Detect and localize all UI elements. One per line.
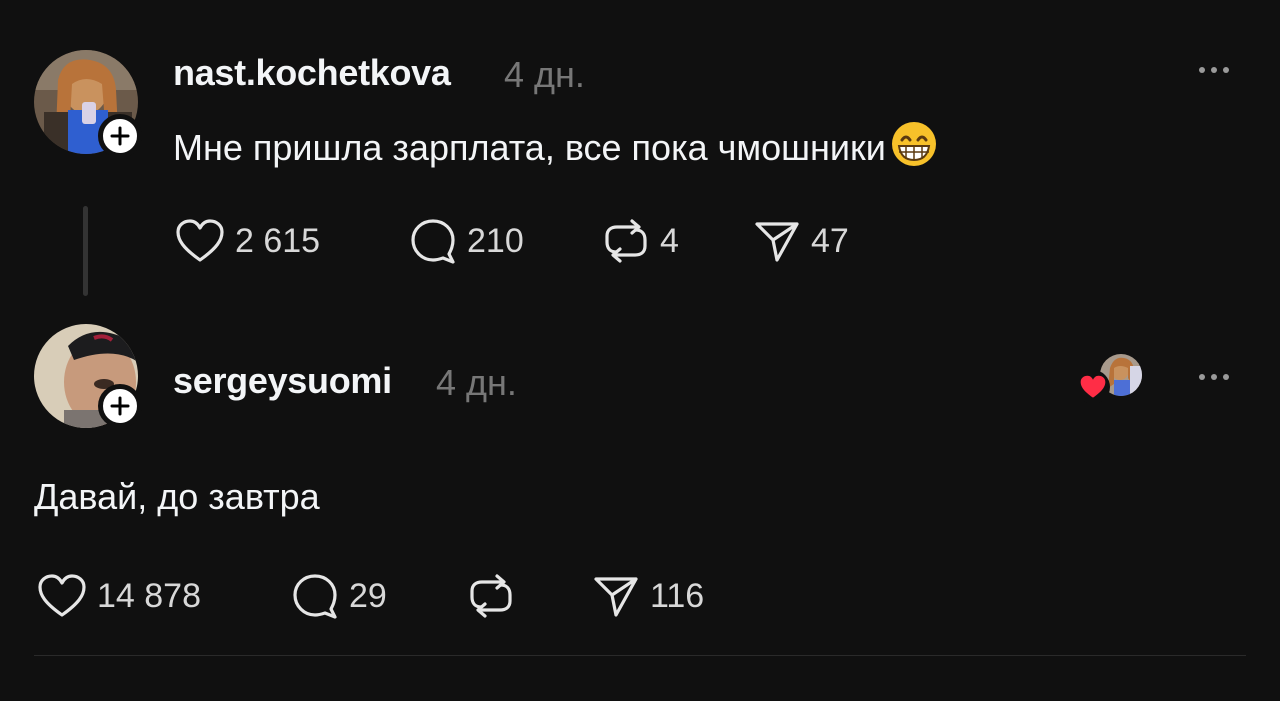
like-button[interactable]: 14 878	[37, 573, 201, 619]
comment-icon	[411, 219, 455, 264]
more-dot	[1199, 374, 1205, 380]
liked-by-author	[1076, 354, 1146, 404]
repost-count: 4	[660, 221, 679, 260]
more-options-button[interactable]	[1199, 374, 1229, 380]
reply-button[interactable]: 210	[409, 218, 524, 264]
more-dot	[1211, 67, 1217, 73]
share-count: 47	[811, 221, 849, 260]
reply-button[interactable]: 29	[291, 573, 387, 619]
send-icon	[594, 577, 638, 617]
post-text: Мне пришла зарплата, все пока чмошники	[173, 120, 938, 169]
like-count: 2 615	[235, 221, 321, 260]
heart-icon	[38, 574, 86, 617]
timestamp[interactable]: 4 дн.	[436, 362, 517, 404]
like-count: 14 878	[97, 576, 201, 615]
share-count: 116	[650, 576, 705, 615]
reply-count: 29	[349, 576, 387, 615]
heart-icon	[176, 219, 224, 262]
repost-icon	[470, 574, 512, 618]
more-dot	[1211, 374, 1217, 380]
like-button[interactable]: 2 615	[175, 218, 320, 264]
comment-icon	[293, 574, 337, 619]
more-dot	[1223, 67, 1229, 73]
post: nast.kochetkova 4 дн. Мне пришла зарплат…	[0, 0, 1280, 300]
follow-plus-button[interactable]	[98, 114, 142, 158]
reply-count: 210	[467, 221, 524, 260]
username[interactable]: nast.kochetkova	[173, 52, 451, 94]
plus-icon	[110, 396, 130, 416]
post-text-content: Мне пришла зарплата, все пока чмошники	[173, 127, 886, 168]
send-icon	[755, 222, 799, 262]
repost-icon	[605, 219, 647, 263]
heart-filled-icon	[1080, 375, 1106, 398]
share-button[interactable]: 47	[753, 218, 849, 264]
post-text: Давай, до завтра	[34, 476, 320, 517]
more-dot	[1223, 374, 1229, 380]
username[interactable]: sergeysuomi	[173, 360, 392, 402]
repost-button[interactable]: 4	[602, 218, 679, 264]
more-options-button[interactable]	[1199, 67, 1229, 73]
share-button[interactable]: 116	[592, 573, 704, 619]
heart-badge	[1076, 370, 1110, 404]
thread-line	[83, 206, 88, 296]
follow-plus-button[interactable]	[98, 384, 142, 428]
repost-button[interactable]	[467, 573, 525, 619]
grinning-face-emoji-icon	[891, 122, 936, 166]
more-dot	[1199, 67, 1205, 73]
post: sergeysuomi 4 дн. Давай, до завтра 14 87…	[0, 300, 1280, 660]
plus-icon	[110, 126, 130, 146]
divider	[34, 655, 1246, 656]
timestamp[interactable]: 4 дн.	[504, 54, 585, 96]
